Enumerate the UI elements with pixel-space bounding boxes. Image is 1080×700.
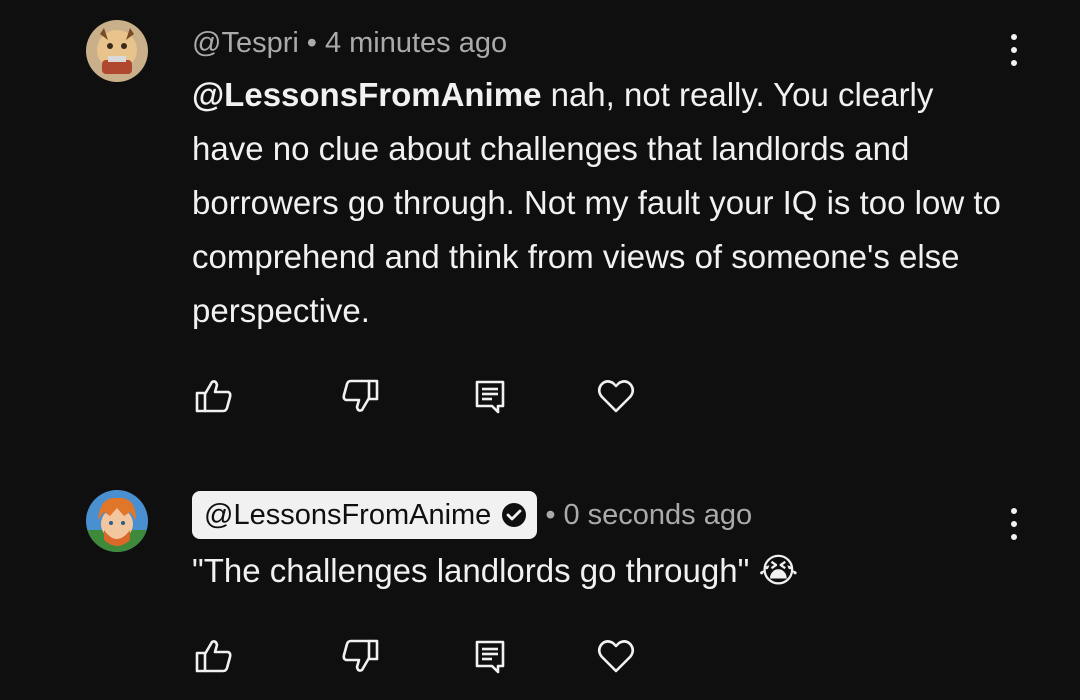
heart-icon [597,640,635,673]
author-name: @LessonsFromAnime [204,498,492,531]
comment-text: @LessonsFromAnime nah, not really. You c… [192,68,1012,338]
author-name[interactable]: @Tespri [192,27,299,60]
dislike-button[interactable] [338,374,382,418]
comment-body: "The challenges landlords go through" [192,552,759,589]
crying-face-emoji: 😭 [758,552,799,590]
like-button[interactable] [192,634,236,678]
reply-button[interactable] [468,634,512,678]
more-options-button[interactable] [1002,504,1026,544]
more-options-button[interactable] [1002,30,1026,70]
comment-text: "The challenges landlords go through" 😭 [192,544,1012,598]
cartoon-avatar-icon [86,20,148,82]
more-options-icon [1011,508,1017,514]
timestamp[interactable]: 0 seconds ago [563,499,752,532]
separator: • [306,26,317,59]
comment-header: @Tespri • 4 minutes ago [192,22,507,64]
comment-1: @Tespri • 4 minutes ago @LessonsFromAnim… [0,0,1080,460]
thumbs-up-icon [195,380,232,413]
heart-button[interactable] [594,634,638,678]
heart-button[interactable] [594,374,638,418]
thumbs-down-icon [342,379,379,412]
timestamp[interactable]: 4 minutes ago [325,27,507,60]
avatar[interactable] [86,490,148,552]
reply-comment-icon [475,380,505,414]
anime-character-avatar-icon [86,490,148,552]
reply-button[interactable] [468,374,512,418]
dislike-button[interactable] [338,634,382,678]
separator: • [545,498,556,531]
reply-comment-icon [475,640,505,674]
more-options-icon [1011,34,1017,40]
like-button[interactable] [192,374,236,418]
comment-2: @LessonsFromAnime • 0 seconds ago "The c… [0,460,1080,700]
thumbs-down-icon [342,639,379,672]
verified-check-icon [501,502,527,528]
thumbs-up-icon [195,640,232,673]
avatar[interactable] [86,20,148,82]
comment-header: @LessonsFromAnime • 0 seconds ago [192,490,752,540]
author-handle-chip[interactable]: @LessonsFromAnime [192,491,538,539]
comment-body: nah, not really. You clearly have no clu… [192,76,1001,329]
heart-icon [597,380,635,413]
mention-link[interactable]: @LessonsFromAnime [192,76,541,113]
